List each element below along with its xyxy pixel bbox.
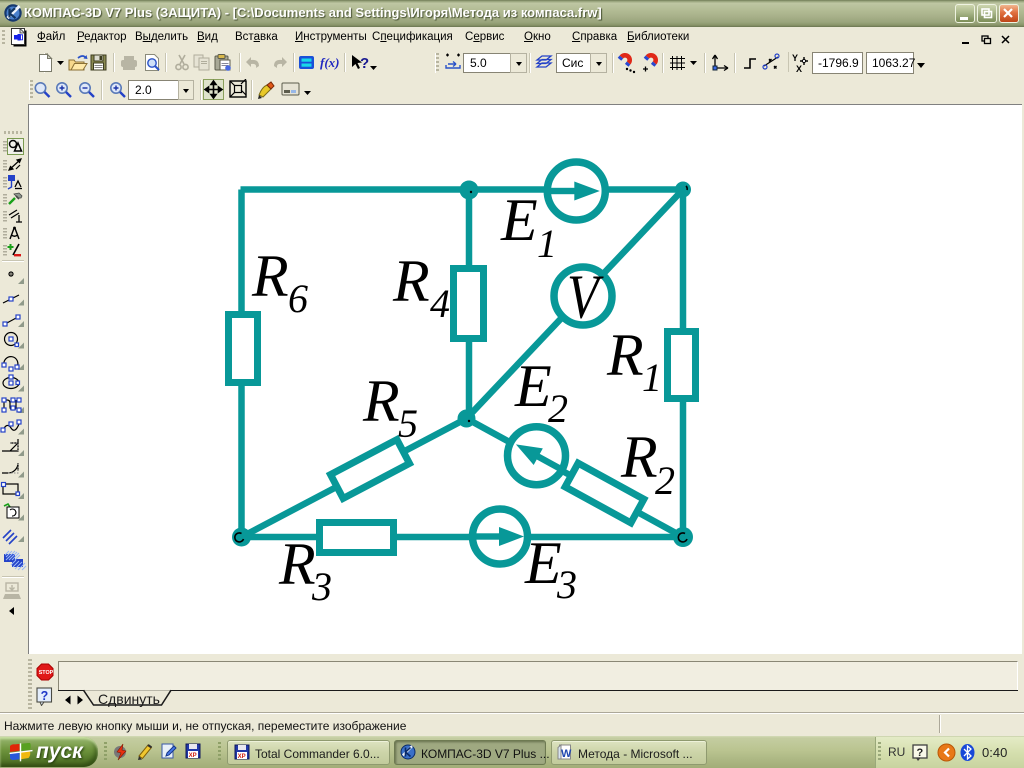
svg-text:E: E: [514, 353, 552, 419]
svg-text:3: 3: [556, 562, 577, 607]
svg-text:R: R: [362, 368, 400, 434]
svg-text:V: V: [567, 263, 604, 332]
svg-text:STOP: STOP: [39, 670, 54, 676]
svg-text:R: R: [251, 243, 289, 309]
svg-text:2: 2: [655, 458, 675, 503]
svg-text:E: E: [500, 187, 538, 253]
svg-text:1: 1: [537, 221, 557, 266]
svg-text:2: 2: [548, 386, 568, 431]
svg-text:XP: XP: [238, 754, 246, 760]
svg-text:f(x): f(x): [320, 55, 340, 70]
svg-text:X: X: [796, 64, 802, 74]
svg-text:Y: Y: [792, 53, 798, 63]
svg-text:6: 6: [288, 276, 308, 321]
svg-text:5: 5: [398, 401, 418, 446]
svg-text:E: E: [524, 530, 562, 596]
svg-text:?: ?: [41, 689, 49, 703]
svg-text:R: R: [392, 248, 430, 314]
svg-text:?: ?: [360, 55, 369, 72]
svg-text:W: W: [561, 748, 572, 760]
svg-text:R: R: [620, 424, 658, 490]
svg-text:4: 4: [430, 281, 450, 326]
svg-text:?: ?: [917, 747, 924, 759]
svg-text:XP: XP: [189, 753, 197, 759]
svg-text:1: 1: [642, 355, 662, 400]
svg-text:R: R: [606, 322, 644, 388]
svg-text:R: R: [278, 531, 316, 597]
svg-text:3: 3: [311, 564, 332, 609]
